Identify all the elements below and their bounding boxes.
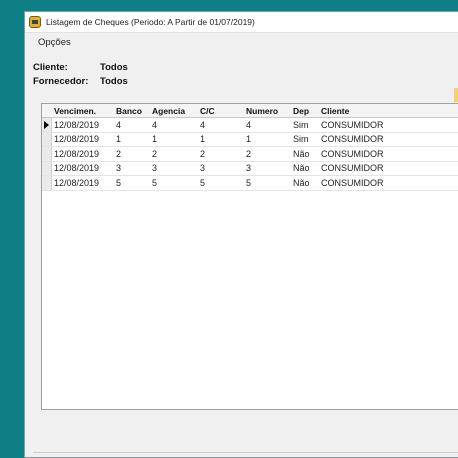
cell-numero[interactable]: 4 (244, 120, 291, 130)
filter-fornecedor: Fornecedor: Todos (33, 74, 128, 88)
status-divider (33, 452, 458, 453)
col-header-dep[interactable]: Dep (291, 106, 319, 116)
cell-vencimento[interactable]: 12/08/2019 (52, 134, 114, 144)
cell-agencia[interactable]: 3 (150, 163, 198, 173)
cell-cc[interactable]: 3 (198, 163, 244, 173)
cell-banco[interactable]: 2 (114, 149, 150, 159)
cell-vencimento[interactable]: 12/08/2019 (52, 178, 114, 188)
cell-numero[interactable]: 1 (244, 134, 291, 144)
cell-numero[interactable]: 3 (244, 163, 291, 173)
table-row[interactable]: 12/08/2019 1 1 1 1 Sim CONSUMIDOR (42, 132, 458, 147)
cell-cc[interactable]: 2 (198, 149, 244, 159)
cliente-value: Todos (100, 61, 128, 73)
row-selector[interactable] (42, 176, 52, 190)
cell-agencia[interactable]: 2 (150, 149, 198, 159)
cell-agencia[interactable]: 4 (150, 120, 198, 130)
cell-vencimento[interactable]: 12/08/2019 (52, 149, 114, 159)
cell-banco[interactable]: 1 (114, 134, 150, 144)
cell-dep[interactable]: Sim (291, 134, 319, 144)
col-header-banco[interactable]: Banco (114, 106, 150, 116)
window-title: Listagem de Cheques (Periodo: A Partir d… (46, 17, 255, 27)
fornecedor-value: Todos (100, 75, 128, 87)
cell-agencia[interactable]: 5 (150, 178, 198, 188)
table-row[interactable]: 12/08/2019 3 3 3 3 Não CONSUMIDOR (42, 161, 458, 176)
col-header-vencimento[interactable]: Vencimen. (52, 106, 114, 116)
title-bar[interactable]: Listagem de Cheques (Periodo: A Partir d… (25, 12, 458, 33)
cell-vencimento[interactable]: 12/08/2019 (52, 120, 114, 130)
cell-banco[interactable]: 3 (114, 163, 150, 173)
cheques-grid[interactable]: Vencimen. Banco Agencia C/C Numero Dep C… (41, 103, 458, 410)
cell-agencia[interactable]: 1 (150, 134, 198, 144)
row-selector[interactable] (42, 161, 52, 175)
cell-numero[interactable]: 2 (244, 149, 291, 159)
cell-cc[interactable]: 4 (198, 120, 244, 130)
grid-header: Vencimen. Banco Agencia C/C Numero Dep C… (42, 104, 458, 118)
cell-banco[interactable]: 5 (114, 178, 150, 188)
app-icon (29, 16, 41, 28)
menu-opcoes[interactable]: Opções (38, 37, 71, 48)
fornecedor-label: Fornecedor: (33, 75, 89, 87)
cell-numero[interactable]: 5 (244, 178, 291, 188)
col-header-agencia[interactable]: Agencia (150, 106, 198, 116)
table-row[interactable]: 12/08/2019 2 2 2 2 Não CONSUMIDOR (42, 147, 458, 162)
listagem-cheques-window: Listagem de Cheques (Periodo: A Partir d… (24, 11, 458, 458)
col-header-cc[interactable]: C/C (198, 106, 244, 116)
col-header-cliente[interactable]: Cliente (319, 106, 439, 116)
filters-panel: Cliente: Todos Fornecedor: Todos (33, 60, 128, 88)
cell-dep[interactable]: Sim (291, 120, 319, 130)
cell-banco[interactable]: 4 (114, 120, 150, 130)
row-selector[interactable] (42, 132, 52, 146)
cell-cliente[interactable]: CONSUMIDOR (319, 120, 439, 130)
menu-bar: Opções (25, 33, 458, 51)
cell-dep[interactable]: Não (291, 178, 319, 188)
cell-vencimento[interactable]: 12/08/2019 (52, 163, 114, 173)
cell-cliente[interactable]: CONSUMIDOR (319, 163, 439, 173)
cell-dep[interactable]: Não (291, 163, 319, 173)
cell-cc[interactable]: 5 (198, 178, 244, 188)
cell-cliente[interactable]: CONSUMIDOR (319, 149, 439, 159)
row-selector-icon[interactable] (42, 118, 52, 132)
cell-cliente[interactable]: CONSUMIDOR (319, 134, 439, 144)
col-header-numero[interactable]: Numero (244, 106, 291, 116)
filter-cliente: Cliente: Todos (33, 60, 128, 74)
cell-cliente[interactable]: CONSUMIDOR (319, 178, 439, 188)
table-row[interactable]: 12/08/2019 5 5 5 5 Não CONSUMIDOR (42, 176, 458, 191)
row-selector[interactable] (42, 147, 52, 161)
cliente-label: Cliente: (33, 61, 68, 73)
table-row[interactable]: 12/08/2019 4 4 4 4 Sim CONSUMIDOR (42, 118, 458, 133)
cell-dep[interactable]: Não (291, 149, 319, 159)
window-edge-accent (454, 88, 458, 102)
cell-cc[interactable]: 1 (198, 134, 244, 144)
